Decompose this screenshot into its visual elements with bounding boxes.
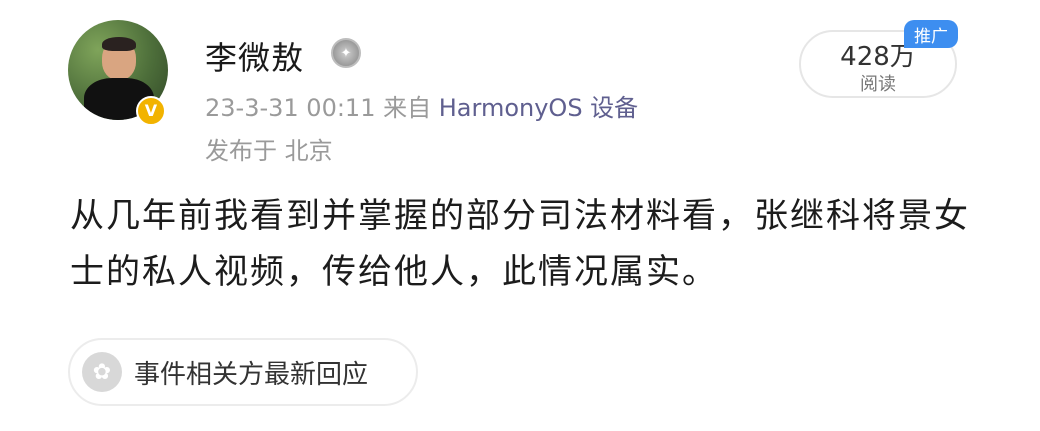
source-prefix: 来自 — [383, 94, 432, 122]
username[interactable]: 李微敖 — [205, 33, 304, 79]
read-label: 阅读 — [860, 74, 896, 95]
post-datetime: 23-3-31 00:11 — [205, 94, 376, 122]
event-response-chip[interactable]: ✿ 事件相关方最新回应 — [68, 338, 418, 406]
post-source[interactable]: HarmonyOS 设备 — [439, 94, 638, 122]
event-response-label: 事件相关方最新回应 — [134, 359, 369, 390]
verified-badge-icon: V — [136, 96, 166, 126]
promo-badge: 推广 — [904, 20, 958, 48]
medal-icon[interactable]: ✦ — [331, 38, 361, 68]
post-text: 从几年前我看到并掌握的部分司法材料看，张继科将景女士的私人视频，传给他人，此情况… — [70, 196, 970, 292]
post-location: 发布于 北京 — [205, 137, 333, 165]
avatar-hair — [102, 37, 136, 51]
flower-icon: ✿ — [82, 352, 122, 392]
post-meta: 23-3-31 00:11 来自 HarmonyOS 设备 — [205, 88, 638, 123]
